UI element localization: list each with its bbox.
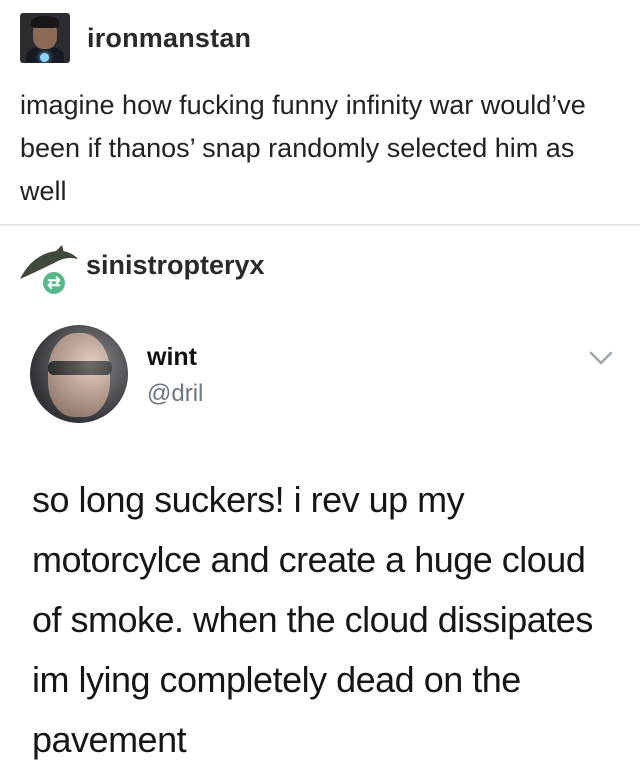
username-ironmanstan[interactable]: ironmanstan [87,23,251,54]
reblog-icon: ⇄ [40,269,68,297]
tweet-handle[interactable]: @dril [147,380,203,408]
post-text: imagine how fucking funny infinity war w… [20,90,586,206]
username-sinistropteryx[interactable]: sinistropteryx [86,250,265,281]
avatar-sinistropteryx[interactable]: ⇄ [18,245,80,299]
avatar-ironmanstan[interactable] [20,13,70,63]
tweet-display-name[interactable]: wint [147,343,197,372]
divider [0,224,640,226]
chevron-down-icon[interactable] [588,349,614,367]
avatar-wint[interactable] [30,325,128,423]
post-header: ironmanstan [20,12,251,64]
tweet-text: so long suckers! i rev up my motorcylce … [32,479,593,760]
reblog-header: ⇄ sinistropteryx [18,244,265,300]
